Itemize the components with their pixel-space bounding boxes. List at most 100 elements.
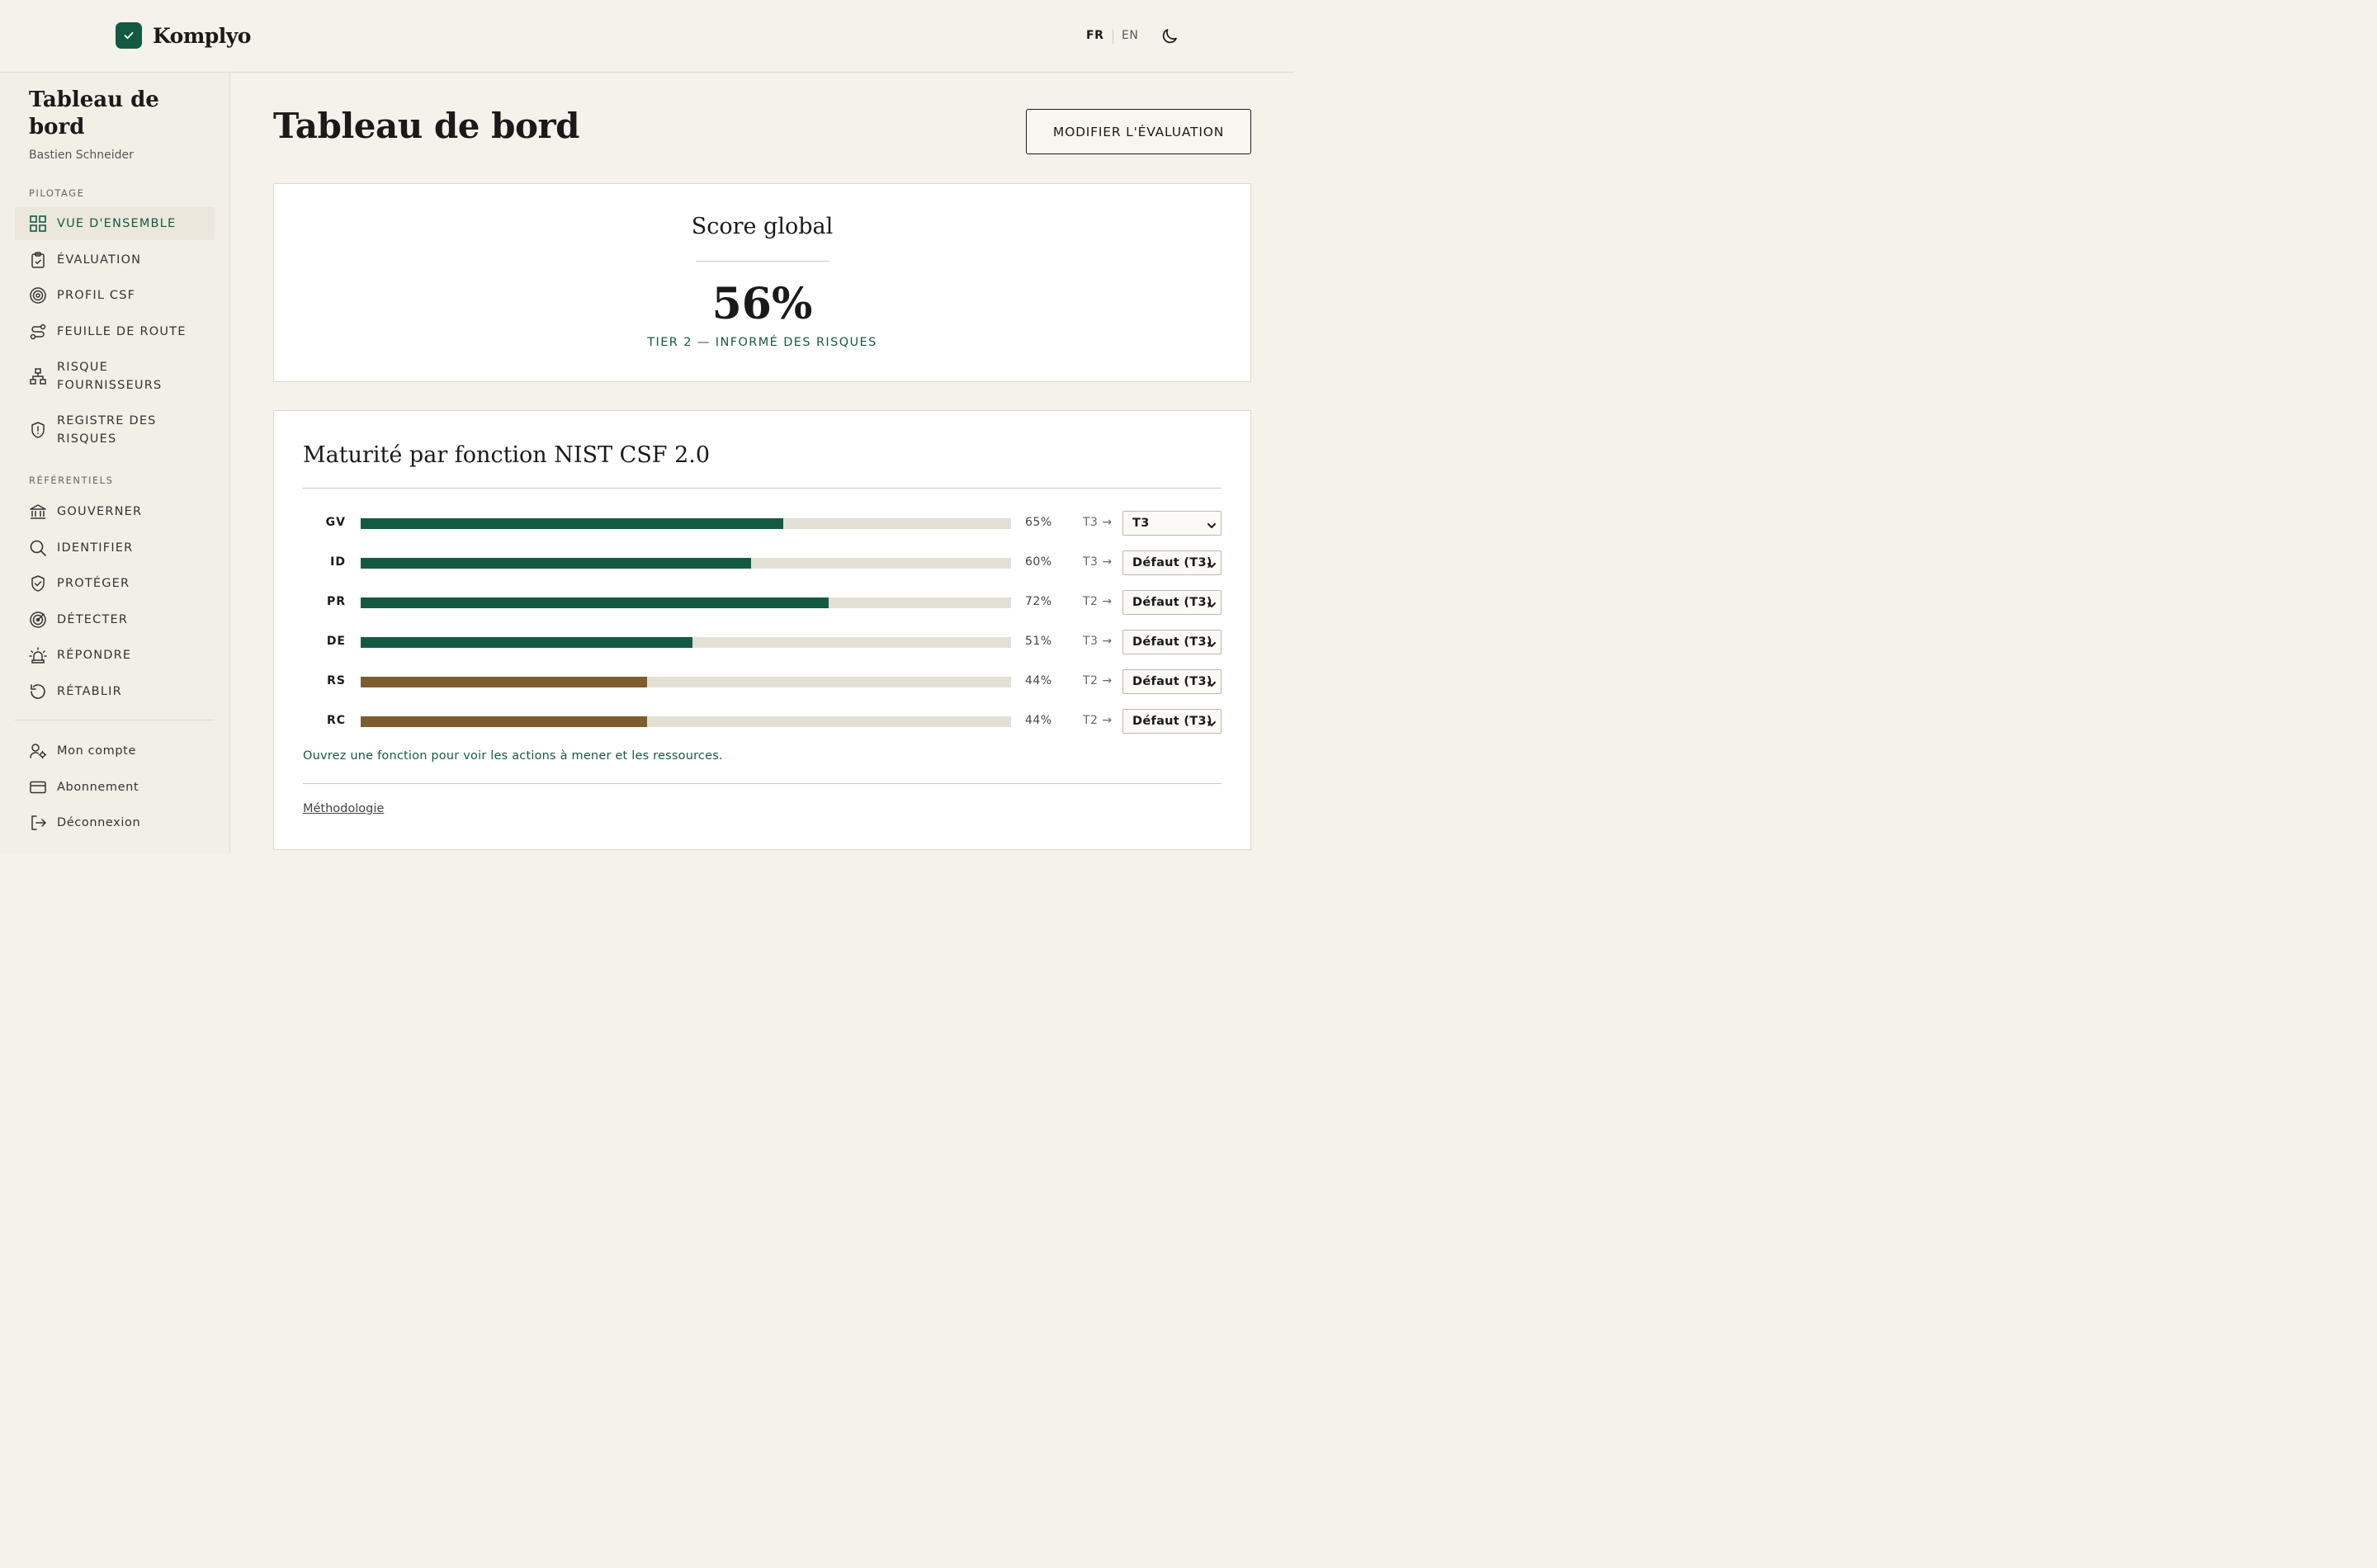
chevron-down-icon [1207,597,1217,607]
nav-item-risque-fournisseurs[interactable]: RISQUE FOURNISSEURS [15,357,215,396]
maturity-row-gv[interactable]: GV 65% T3 → T3 [274,511,1250,536]
function-percent: 65% [1025,516,1052,529]
select-value: Défaut (T3) [1132,635,1212,649]
select-value: T3 [1132,517,1150,530]
progress-track [361,716,1011,727]
target-icon [29,286,47,305]
target-tier-select[interactable]: Défaut (T3) [1122,630,1222,654]
target-tier-select[interactable]: Défaut (T3) [1122,709,1222,734]
section-pilotage: PILOTAGE [29,187,85,199]
function-percent: 51% [1025,635,1052,648]
score-card: Score global 56% TIER 2 — INFORMÉ DES RI… [273,183,1251,382]
function-code: RS [327,674,346,687]
nav-label: IDENTIFIER [57,541,134,555]
progress-fill [361,677,647,687]
lang-en-button[interactable]: EN [1122,29,1138,42]
maturity-divider-bottom [303,783,1222,784]
nav-item-registre-des-risques[interactable]: REGISTRE DES RISQUES [15,410,215,450]
lang-fr-button[interactable]: FR [1086,29,1103,42]
maturity-row-rc[interactable]: RC 44% T2 → Défaut (T3) [274,709,1250,734]
progress-fill [361,597,829,608]
progress-fill [361,716,647,727]
sidebar-title: Tableau de bord [29,87,159,139]
nav-item-detecter[interactable]: DÉTECTER [15,603,215,636]
nav-item-repondre[interactable]: RÉPONDRE [15,639,215,672]
score-divider [696,261,829,262]
chevron-down-icon [1207,558,1217,568]
brand[interactable]: Komplyo [116,22,252,49]
function-percent: 72% [1025,595,1052,608]
shield-alert-icon [29,421,47,439]
function-percent: 60% [1025,555,1052,569]
maturity-card: Maturité par fonction NIST CSF 2.0 GV 65%… [273,410,1251,850]
select-value: Défaut (T3) [1132,596,1212,609]
current-tier: T2 → [1083,674,1113,687]
nav-item-identifier[interactable]: IDENTIFIER [15,531,215,564]
nav-label: RÉTABLIR [57,685,122,698]
function-percent: 44% [1025,714,1052,727]
function-code: ID [330,555,346,569]
methodology-link[interactable]: Méthodologie [303,802,384,815]
sidebar: Tableau de bord Bastien Schneider PILOTA… [0,73,230,853]
maturity-row-de[interactable]: DE 51% T3 → Défaut (T3) [274,630,1250,654]
target-tier-select[interactable]: T3 [1122,511,1222,536]
nav-label: Mon compte [57,744,136,758]
maturity-title: Maturité par fonction NIST CSF 2.0 [303,442,711,468]
radar-icon [29,611,47,629]
nav-item-mon-compte[interactable]: Mon compte [15,734,215,767]
shield-check-icon [29,574,47,593]
nav-label: VUE D'ENSEMBLE [57,217,177,230]
progress-fill [361,637,692,648]
edit-assessment-button[interactable]: MODIFIER L'ÉVALUATION [1026,109,1251,154]
nav-label: REGISTRE DES RISQUES [57,414,157,446]
moon-icon[interactable] [1160,26,1179,46]
maturity-row-rs[interactable]: RS 44% T2 → Défaut (T3) [274,669,1250,694]
nav-label: FEUILLE DE ROUTE [57,325,187,338]
select-value: Défaut (T3) [1132,556,1212,569]
credit-card-icon [29,778,47,796]
section-referentiels: RÉFÉRENTIELS [29,475,114,486]
top-bar: Komplyo FR EN [0,0,1294,73]
nav-label: RÉPONDRE [57,649,132,662]
nav-label: RISQUE FOURNISSEURS [57,361,163,392]
nav-item-feuille-de-route[interactable]: FEUILLE DE ROUTE [15,315,215,348]
nav-label: DÉTECTER [57,613,129,626]
progress-track [361,677,1011,687]
maturity-row-id[interactable]: ID 60% T3 → Défaut (T3) [274,550,1250,575]
search-icon [29,539,47,557]
progress-track [361,637,1011,648]
clipboard-check-icon [29,251,47,269]
log-out-icon [29,814,47,832]
nav-label: GOUVERNER [57,505,143,518]
progress-track [361,518,1011,529]
nav-label: PROTÉGER [57,577,130,590]
target-tier-select[interactable]: Défaut (T3) [1122,669,1222,694]
current-tier: T2 → [1083,595,1113,608]
function-code: DE [326,635,346,648]
nav-item-gouverner[interactable]: GOUVERNER [15,495,215,528]
chevron-down-icon [1207,637,1217,647]
page-title: Tableau de bord [273,106,579,146]
chevron-down-icon [1207,677,1217,687]
nav-item-proteger[interactable]: PROTÉGER [15,567,215,600]
route-icon [29,323,47,341]
progress-fill [361,518,784,529]
brand-name: Komplyo [153,23,252,48]
nav-item-abonnement[interactable]: Abonnement [15,771,215,804]
nav-item-profil-csf[interactable]: PROFIL CSF [15,279,215,312]
nav-item-vue-ensemble[interactable]: VUE D'ENSEMBLE [15,207,215,240]
nav-item-deconnexion[interactable]: Déconnexion [15,806,215,839]
select-value: Défaut (T3) [1132,715,1212,728]
score-value: 56% [711,279,813,329]
nav-item-evaluation[interactable]: ÉVALUATION [15,243,215,276]
score-title: Score global [691,214,834,239]
current-tier: T3 → [1083,555,1113,569]
maturity-row-pr[interactable]: PR 72% T2 → Défaut (T3) [274,590,1250,615]
target-tier-select[interactable]: Défaut (T3) [1122,550,1222,575]
function-code: GV [325,516,346,529]
nav-label: Abonnement [57,781,139,794]
target-tier-select[interactable]: Défaut (T3) [1122,590,1222,615]
maturity-hint: Ouvrez une fonction pour voir les action… [303,749,723,763]
score-tier: TIER 2 — INFORMÉ DES RISQUES [647,336,877,349]
nav-item-retablir[interactable]: RÉTABLIR [15,675,215,708]
